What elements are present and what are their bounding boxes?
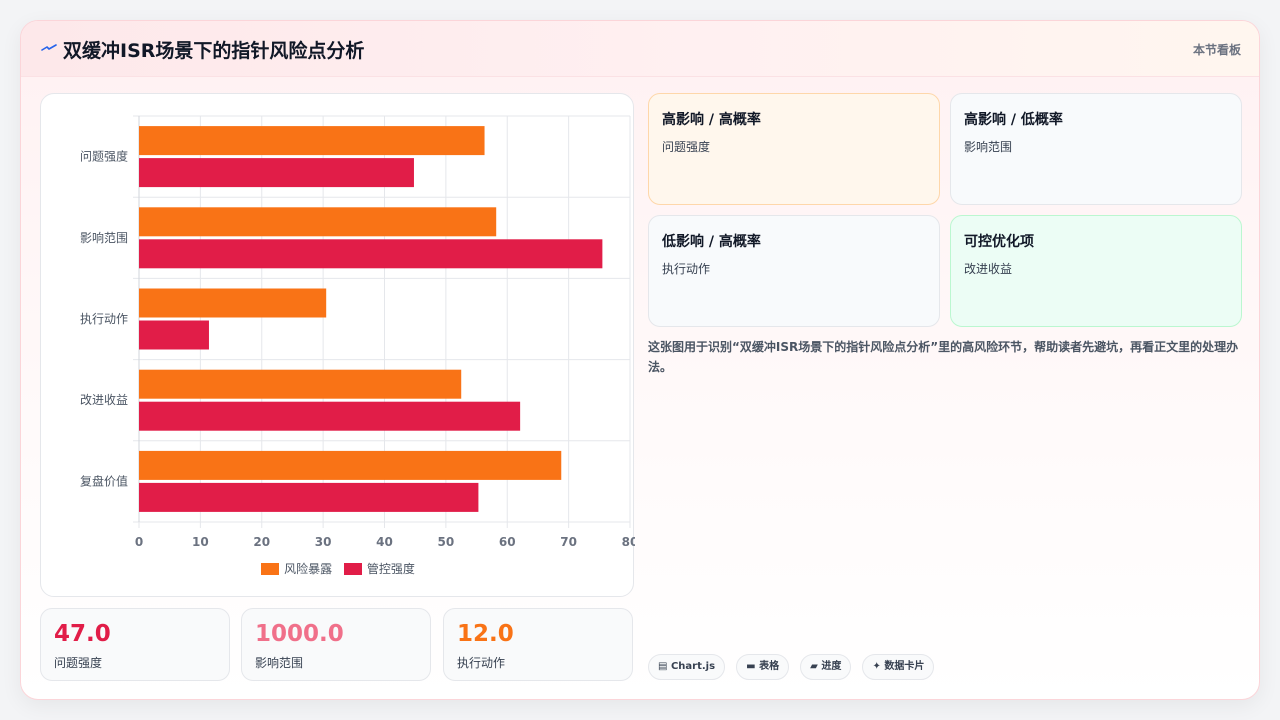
bar-control xyxy=(139,401,521,431)
y-tick-label: 问题强度 xyxy=(80,149,128,164)
quadrant-body: 改进收益 xyxy=(964,262,1013,276)
tag-label: 数据卡片 xyxy=(884,661,925,672)
sparkle-icon: ✦ xyxy=(872,661,881,672)
stat-label: 执行动作 xyxy=(457,656,506,670)
stat-card-execution-action: 12.0 执行动作 xyxy=(443,608,633,681)
x-tick-label: 10 xyxy=(192,535,209,549)
stat-label: 影响范围 xyxy=(255,656,304,670)
section-board-label: 本节看板 xyxy=(1192,43,1241,57)
tag-label: 进度 xyxy=(821,661,842,672)
stat-card-problem-intensity: 47.0 问题强度 xyxy=(40,608,230,681)
x-tick-label: 30 xyxy=(315,535,332,549)
chart-description: 这张图用于识别“双缓冲ISR场景下的指针风险点分析”里的高风险环节，帮助读者先避… xyxy=(648,340,1239,374)
quadrant-high-impact-high-probability: 高影响 / 高概率 问题强度 xyxy=(648,93,940,205)
bar-control xyxy=(139,158,414,188)
x-tick-label: 50 xyxy=(438,535,455,549)
stat-value: 1000.0 xyxy=(255,621,344,647)
legend-item-control[interactable]: 管控强度 xyxy=(343,560,415,577)
bar-control xyxy=(139,239,603,269)
quadrant-title: 低影响 / 高概率 xyxy=(662,234,761,250)
tag-table[interactable]: ▬ 表格 xyxy=(736,654,790,680)
x-tick-label: 70 xyxy=(560,535,577,549)
dashboard-card: 双缓冲ISR场景下的指针风险点分析 本节看板 0 10 20 30 40 50 60 70 80… xyxy=(20,20,1260,700)
tag-list: ▤ Chart.js ▬ 表格 ▰ 进度 ✦ 数据卡片 xyxy=(648,654,940,680)
legend-item-exposure[interactable]: 风险暴露 xyxy=(261,560,332,577)
bar-exposure xyxy=(139,288,327,318)
bar-chart: 0 10 20 30 40 50 60 70 80 问题强度影响范围执行动作改进收益复盘价值 xyxy=(80,115,635,549)
tag-data-card[interactable]: ✦ 数据卡片 xyxy=(862,654,935,680)
y-tick-label: 执行动作 xyxy=(80,312,128,326)
stat-label: 问题强度 xyxy=(54,656,103,670)
bar-exposure xyxy=(139,369,462,399)
stat-card-impact-scope: 1000.0 影响范围 xyxy=(241,608,431,681)
legend-label-control: 管控强度 xyxy=(366,562,415,576)
quadrant-body: 影响范围 xyxy=(964,140,1013,154)
legend-swatch-control xyxy=(343,563,362,575)
bar-exposure xyxy=(139,450,562,480)
bar-control xyxy=(139,320,209,350)
bar-control xyxy=(139,482,479,512)
progress-icon: ▰ xyxy=(810,661,818,672)
legend-label-exposure: 风险暴露 xyxy=(284,562,333,576)
header: 双缓冲ISR场景下的指针风险点分析 本节看板 xyxy=(21,21,1259,77)
stat-value: 12.0 xyxy=(457,621,514,647)
y-tick-label: 复盘价值 xyxy=(80,473,128,488)
x-tick-label: 40 xyxy=(376,535,393,549)
bar-exposure xyxy=(139,126,485,156)
x-tick-label: 80 xyxy=(622,535,635,549)
quadrant-low-impact-high-probability: 低影响 / 高概率 执行动作 xyxy=(648,215,940,327)
chart-legend: 风险暴露 管控强度 xyxy=(41,560,635,577)
x-tick-label: 20 xyxy=(253,535,270,549)
stat-value: 47.0 xyxy=(54,621,111,647)
legend-swatch-exposure xyxy=(261,563,280,575)
tag-chartjs[interactable]: ▤ Chart.js xyxy=(648,654,726,680)
quadrant-title: 可控优化项 xyxy=(964,234,1034,250)
quadrant-body: 问题强度 xyxy=(662,140,711,154)
y-tick-label: 影响范围 xyxy=(80,230,128,245)
tag-progress[interactable]: ▰ 进度 xyxy=(800,654,852,680)
table-icon: ▬ xyxy=(746,661,756,672)
quadrant-high-impact-low-probability: 高影响 / 低概率 影响范围 xyxy=(950,93,1242,205)
tag-label: 表格 xyxy=(759,661,780,672)
x-tick-label: 0 xyxy=(135,535,143,549)
quadrant-body: 执行动作 xyxy=(662,262,711,276)
quadrant-controllable-optimization: 可控优化项 改进收益 xyxy=(950,215,1242,327)
x-tick-label: 60 xyxy=(499,535,516,549)
quadrant-title: 高影响 / 高概率 xyxy=(662,112,761,128)
chart-icon: ▤ xyxy=(658,661,668,672)
page-title: 双缓冲ISR场景下的指针风险点分析 xyxy=(63,40,365,62)
bar-chart-panel: 0 10 20 30 40 50 60 70 80 问题强度影响范围执行动作改进收益复盘价值 风险… xyxy=(40,93,635,597)
bar-exposure xyxy=(139,207,497,237)
y-tick-label: 改进收益 xyxy=(80,393,128,407)
quadrant-title: 高影响 / 低概率 xyxy=(964,112,1063,128)
tag-label: Chart.js xyxy=(670,661,716,672)
lightning-icon xyxy=(41,44,57,51)
